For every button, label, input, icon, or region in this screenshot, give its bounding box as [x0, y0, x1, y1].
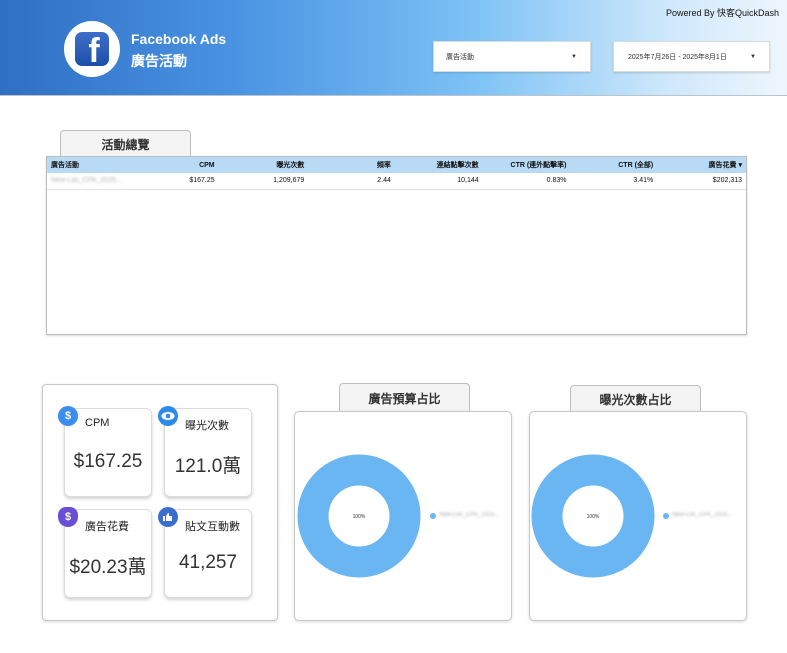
kpi-card-spend: $ 廣告花費 $20.23萬 — [58, 507, 152, 598]
legend-label: New-Lds_CPA_2025... — [439, 512, 500, 518]
budget-share-title: 廣告預算占比 — [339, 383, 470, 412]
donut-center-label: 100% — [353, 514, 366, 520]
table-cell: 10,144 — [394, 173, 483, 190]
table-cell: 1,209,679 — [218, 173, 309, 190]
kpi-value: $20.23萬 — [69, 557, 147, 578]
kpi-label: CPM — [85, 417, 110, 429]
column-header[interactable]: CTR (全部) — [571, 157, 658, 173]
overview-section-title: 活動總覽 — [60, 130, 191, 157]
legend-swatch — [663, 513, 669, 519]
column-header[interactable]: 廣告活動 — [47, 157, 135, 173]
kpi-card-cpm: $ CPM $167.25 — [58, 406, 152, 497]
header-banner: Powered By 快客QuickDash f Facebook Ads 廣告… — [0, 0, 787, 96]
money-bag-icon: $ — [58, 507, 78, 527]
table-cell: $202,313 — [657, 173, 746, 190]
table-cell: New-Lds_CPA_2025... — [47, 173, 135, 190]
table-cell: 0.83% — [482, 173, 571, 190]
kpi-label: 貼文互動數 — [185, 521, 240, 533]
brand-title: Facebook Ads — [131, 31, 227, 47]
impression-share-chart: 100% New-Lds_CPA_2025... — [529, 411, 747, 621]
dashboard-page: Powered By 快客QuickDash f Facebook Ads 廣告… — [0, 0, 787, 653]
kpi-value: 41,257 — [178, 552, 238, 573]
table-cell: 2.44 — [308, 173, 395, 190]
facebook-icon: f — [75, 32, 109, 66]
kpi-card-engagement: 貼文互動數 41,257 — [158, 507, 252, 598]
kpi-value: $167.25 — [73, 451, 143, 472]
kpi-value: 121.0萬 — [174, 456, 242, 477]
powered-by-text: Powered By 快客QuickDash — [665, 8, 779, 18]
kpi-label: 曝光次數 — [185, 420, 229, 432]
kpi-card-impressions: 曝光次數 121.0萬 — [158, 406, 252, 497]
budget-share-chart: 100% New-Lds_CPA_2025... — [294, 411, 512, 621]
chevron-down-icon: ▼ — [750, 54, 756, 60]
date-range-select[interactable]: 2025年7月26日 - 2025年8月1日 ▼ — [613, 41, 770, 72]
table-cell: 3.41% — [570, 173, 658, 190]
table-header-row: 廣告活動 CPM 曝光次數 頻率 連結點擊次數 CTR (連外點擊率) CTR … — [47, 157, 746, 173]
donut-center-label: 100% — [587, 514, 600, 520]
campaign-table: 廣告活動 CPM 曝光次數 頻率 連結點擊次數 CTR (連外點擊率) CTR … — [46, 156, 747, 335]
date-range-value: 2025年7月26日 - 2025年8月1日 — [628, 53, 727, 61]
campaign-filter-value: 廣告活動 — [446, 53, 474, 61]
column-header[interactable]: CPM — [135, 157, 219, 173]
chevron-down-icon: ▼ — [571, 54, 577, 60]
campaign-filter-select[interactable]: 廣告活動 ▼ — [433, 41, 591, 72]
legend-label: New-Lds_CPA_2025... — [672, 512, 733, 518]
column-header[interactable]: 頻率 — [308, 157, 395, 173]
column-header-sorted[interactable]: 廣告花費 ▾ — [657, 157, 746, 173]
column-header[interactable]: 曝光次數 — [219, 157, 309, 173]
column-header[interactable]: 連結點擊次數 — [395, 157, 483, 173]
eye-icon — [158, 406, 178, 426]
impression-share-title: 曝光次數占比 — [570, 385, 701, 413]
kpi-panel: $ CPM $167.25 曝光次數 121.0萬 $ 廣告花費 $20.23萬… — [42, 384, 278, 621]
table-cell: $167.25 — [134, 173, 219, 190]
facebook-logo: f — [64, 21, 120, 77]
kpi-label: 廣告花費 — [85, 521, 129, 533]
brand-subtitle: 廣告活動 — [131, 53, 187, 69]
dollar-icon: $ — [58, 406, 78, 426]
table-row[interactable]: New-Lds_CPA_2025... $167.25 1,209,679 2.… — [47, 173, 746, 190]
legend-swatch — [430, 513, 436, 519]
column-header[interactable]: CTR (連外點擊率) — [483, 157, 571, 173]
interaction-icon — [158, 507, 178, 527]
